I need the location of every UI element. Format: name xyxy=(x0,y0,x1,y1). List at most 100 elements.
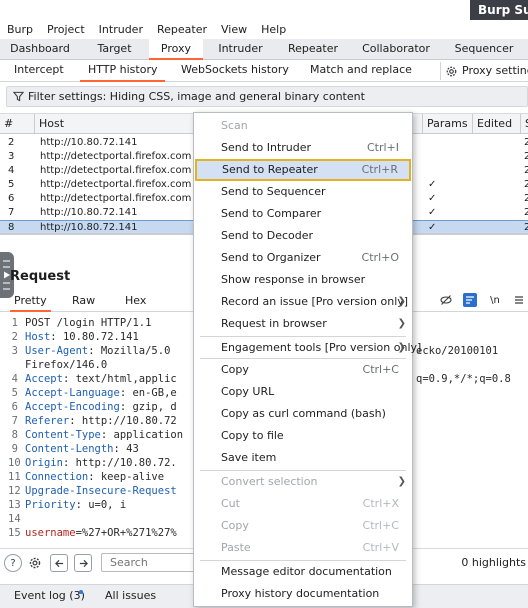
code-line: Upgrade-Insecure-Request xyxy=(25,484,195,498)
menu-item-save-item[interactable]: Save item xyxy=(194,447,412,469)
header-name: Accept xyxy=(25,373,63,385)
tab-pretty[interactable]: Pretty xyxy=(10,290,51,312)
help-icon[interactable]: ? xyxy=(4,554,22,572)
row-params: ✓ xyxy=(428,193,437,204)
menu-item-convert-selection: Convert selection ❯ xyxy=(194,471,412,493)
tab-proxy[interactable]: Proxy xyxy=(149,39,203,60)
menu-item-label: Proxy history documentation xyxy=(221,587,380,600)
funnel-icon xyxy=(13,91,24,102)
header-name: Accept-Encoding xyxy=(25,401,120,413)
code-line: username=%27+OR+%271%27% xyxy=(25,526,195,540)
menu-item-label: Copy to file xyxy=(221,429,284,442)
menu-item-message-editor-documentation[interactable]: Message editor documentation xyxy=(194,561,412,583)
code-text: : gzip, d xyxy=(119,401,177,413)
tab-sequencer[interactable]: Sequencer xyxy=(444,39,524,60)
code-line: Priority: u=0, i xyxy=(25,498,195,512)
code-text: : 43 xyxy=(113,443,139,455)
code-line: Origin: http://10.80.72. xyxy=(25,456,195,470)
menu-item-proxy-history-documentation[interactable]: Proxy history documentation xyxy=(194,583,412,605)
event-log-link[interactable]: Event log (3) xyxy=(14,585,85,608)
menu-item-show-response-in-browser[interactable]: Show response in browser xyxy=(194,269,412,291)
code-line-tail: q=0.9,*/*;q=0.8 xyxy=(416,373,511,385)
tab-repeater[interactable]: Repeater xyxy=(278,39,348,60)
menu-item-send-to-repeater[interactable]: Send to Repeater Ctrl+R xyxy=(195,159,411,181)
code-text: : application xyxy=(100,429,184,441)
menu-item-request-in-browser[interactable]: Request in browser ❯ xyxy=(194,313,412,335)
menu-item-paste: Paste Ctrl+V xyxy=(194,537,412,559)
tab-target[interactable]: Target xyxy=(80,39,149,60)
menu-item-label: Save item xyxy=(221,451,277,464)
line-number: 9 xyxy=(11,443,18,455)
column-header-num[interactable]: # xyxy=(0,114,35,134)
line-number: 4 xyxy=(11,373,18,385)
row-status: 2 xyxy=(524,137,528,148)
menu-item-copy-to-file[interactable]: Copy to file xyxy=(194,425,412,447)
search-input[interactable] xyxy=(101,553,196,572)
newline-toggle[interactable]: \n xyxy=(488,293,502,307)
menu-help[interactable]: Help xyxy=(254,20,293,39)
next-match-button[interactable] xyxy=(74,554,92,572)
menu-item-label: Send to Repeater xyxy=(222,163,318,176)
code-text: : Mozilla/5.0 xyxy=(88,345,171,357)
all-issues-link[interactable]: All issues xyxy=(105,585,156,608)
code-text: : http://10.80.72 xyxy=(69,415,177,427)
menu-item-send-to-comparer[interactable]: Send to Comparer xyxy=(194,203,412,225)
menu-item-label: Copy xyxy=(221,363,249,376)
wrap-lines-icon[interactable] xyxy=(463,293,477,307)
menu-item-label: Convert selection xyxy=(221,475,318,488)
tab-hex[interactable]: Hex xyxy=(125,290,146,312)
tab-dashboard[interactable]: Dashboard xyxy=(0,39,80,60)
menu-repeater[interactable]: Repeater xyxy=(150,20,214,39)
menu-project[interactable]: Project xyxy=(40,20,92,39)
column-header-status[interactable]: S xyxy=(521,114,528,134)
filter-bar[interactable]: Filter settings: Hiding CSS, image and g… xyxy=(6,86,528,107)
main-tabs: Dashboard Target Proxy Intruder Repeater… xyxy=(0,39,528,60)
request-panel-title: Request xyxy=(10,269,71,284)
hamburger-menu-icon[interactable] xyxy=(512,293,526,307)
code-line: Accept-Encoding: gzip, d xyxy=(25,400,195,414)
code-line: Content-Length: 43 xyxy=(25,442,195,456)
menu-item-copy-url[interactable]: Copy URL xyxy=(194,381,412,403)
menu-burp[interactable]: Burp xyxy=(0,20,40,39)
column-header-edited[interactable]: Edited xyxy=(473,114,521,134)
menu-view[interactable]: View xyxy=(214,20,254,39)
header-name: Priority xyxy=(25,499,76,511)
header-name: Content-Type xyxy=(25,429,101,441)
subtab-websockets-history[interactable]: WebSockets history xyxy=(181,60,289,82)
subtab-http-history[interactable]: HTTP history xyxy=(80,60,166,82)
row-host: http://detectportal.firefox.com xyxy=(40,193,192,204)
menu-item-label: Send to Sequencer xyxy=(221,185,326,198)
notification-dot xyxy=(79,590,83,594)
menu-item-send-to-decoder[interactable]: Send to Decoder xyxy=(194,225,412,247)
menu-item-copy-as-curl-command-bash[interactable]: Copy as curl command (bash) xyxy=(194,403,412,425)
subtab-match-and-replace[interactable]: Match and replace xyxy=(310,60,412,82)
menu-item-label: Copy as curl command (bash) xyxy=(221,407,386,420)
row-number: 6 xyxy=(8,193,15,204)
settings-gear-icon[interactable] xyxy=(26,554,44,572)
proxy-settings-button[interactable]: Proxy settings xyxy=(440,62,528,80)
hide-icon[interactable] xyxy=(439,293,453,307)
tab-raw[interactable]: Raw xyxy=(72,290,95,312)
title-bar: Burp Su xyxy=(0,0,528,20)
menu-item-engagement-tools[interactable]: Engagement tools [Pro version only] ❯ xyxy=(194,337,421,359)
tab-intruder[interactable]: Intruder xyxy=(203,39,278,60)
menu-item-send-to-intruder[interactable]: Send to Intruder Ctrl+I xyxy=(194,137,412,159)
menu-item-send-to-sequencer[interactable]: Send to Sequencer xyxy=(194,181,412,203)
code-line-tail: ecko/20100101 xyxy=(416,345,499,357)
line-number: 10 xyxy=(8,457,21,469)
menu-item-copy[interactable]: Copy Ctrl+C xyxy=(194,359,412,381)
menu-item-record-an-issue[interactable]: Record an issue [Pro version only] ❯ xyxy=(194,291,412,313)
row-number: 2 xyxy=(8,137,15,148)
column-header-params[interactable]: Params xyxy=(423,114,473,134)
menu-item-send-to-organizer[interactable]: Send to Organizer Ctrl+O xyxy=(194,247,412,269)
row-params: ✓ xyxy=(428,207,437,218)
menu-intruder[interactable]: Intruder xyxy=(92,20,150,39)
tab-collaborator[interactable]: Collaborator xyxy=(348,39,444,60)
row-number: 4 xyxy=(8,165,15,176)
menu-item-label: Cut xyxy=(221,497,240,510)
row-host: http://10.80.72.141 xyxy=(40,137,138,148)
menu-item-shortcut: Ctrl+X xyxy=(362,497,399,510)
previous-match-button[interactable] xyxy=(50,554,68,572)
line-number: 13 xyxy=(8,499,21,511)
subtab-intercept[interactable]: Intercept xyxy=(14,60,64,82)
